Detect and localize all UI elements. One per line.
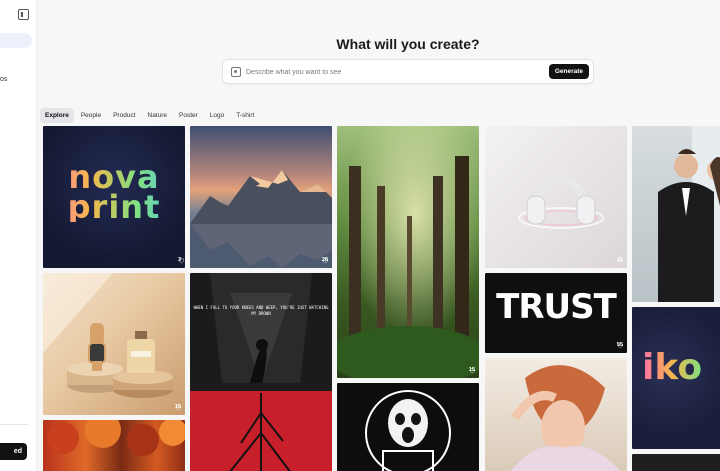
gallery-item-watch-perfume[interactable]: 15 <box>43 273 185 415</box>
gallery-item-mountain-lake[interactable]: 28 <box>190 126 332 268</box>
tab-logo[interactable]: Logo <box>205 108 229 123</box>
prompt-input[interactable] <box>246 65 546 79</box>
tab-poster[interactable]: Poster <box>174 108 203 123</box>
sidebar-toggle-icon[interactable] <box>18 9 29 20</box>
iko-text: iko <box>642 347 703 388</box>
category-tabs: Explore People Product Nature Poster Log… <box>40 108 259 123</box>
heart-icon <box>617 343 623 349</box>
like-count[interactable]: 28 <box>322 257 328 264</box>
novaprint-line2: print <box>43 191 185 223</box>
gallery-item-trust[interactable]: TRUST 55 <box>485 273 627 353</box>
gallery-item-novaprint[interactable]: nova print 3 <box>43 126 185 268</box>
forest-image <box>337 126 479 378</box>
heart-icon <box>469 368 475 374</box>
sidebar-divider <box>0 424 28 425</box>
gallery-item-portrait[interactable] <box>485 358 627 471</box>
skull-tv-image <box>365 390 451 471</box>
gallery-item-forest[interactable]: 15 <box>337 126 479 378</box>
image-upload-icon[interactable] <box>231 67 241 77</box>
tab-tshirt[interactable]: T-shirt <box>231 108 259 123</box>
heart-icon <box>175 405 181 411</box>
heart-icon <box>322 258 328 264</box>
poster-text: WHEN I FALL TO YOUR KNEES AND WEEP, YOU'… <box>193 305 329 316</box>
sidebar: os ed <box>0 0 37 471</box>
trust-text: TRUST <box>496 287 617 327</box>
prompt-bar: Generate <box>222 59 594 84</box>
gallery-item-headphones[interactable]: 11 <box>485 126 627 268</box>
like-count[interactable]: 15 <box>469 367 475 374</box>
heart-icon <box>178 258 185 264</box>
page-title: What will you create? <box>336 36 480 52</box>
gallery-item-poster[interactable]: WHEN I FALL TO YOUR KNEES AND WEEP, YOU'… <box>190 273 332 471</box>
gallery-item-partial[interactable] <box>632 454 720 471</box>
like-count[interactable]: 3 <box>178 257 185 264</box>
tab-product[interactable]: Product <box>108 108 140 123</box>
gallery-item-autumn-trees[interactable] <box>43 420 185 471</box>
like-count[interactable]: 15 <box>175 404 181 411</box>
autumn-trees-image <box>47 420 185 456</box>
sidebar-action-button[interactable]: ed <box>0 443 27 460</box>
mountain-lake-image <box>190 170 332 268</box>
gallery-item-skull-tv[interactable] <box>337 383 479 471</box>
like-count[interactable]: 11 <box>617 257 624 264</box>
like-count[interactable]: 55 <box>617 342 623 349</box>
tab-people[interactable]: People <box>76 108 106 123</box>
sidebar-item-active[interactable] <box>0 33 32 48</box>
couple-image <box>658 126 720 302</box>
poster-image <box>190 273 332 471</box>
gallery-item-iko[interactable]: iko <box>632 307 720 449</box>
tab-nature[interactable]: Nature <box>143 108 173 123</box>
portrait-image <box>510 365 621 471</box>
heart-icon <box>618 258 624 264</box>
tab-explore[interactable]: Explore <box>40 108 74 123</box>
watch-perfume-image <box>43 273 173 398</box>
sidebar-item-label[interactable]: os <box>0 76 7 83</box>
generate-button[interactable]: Generate <box>548 64 589 79</box>
headphones-image <box>518 174 604 229</box>
gallery-item-couple[interactable] <box>632 126 720 302</box>
